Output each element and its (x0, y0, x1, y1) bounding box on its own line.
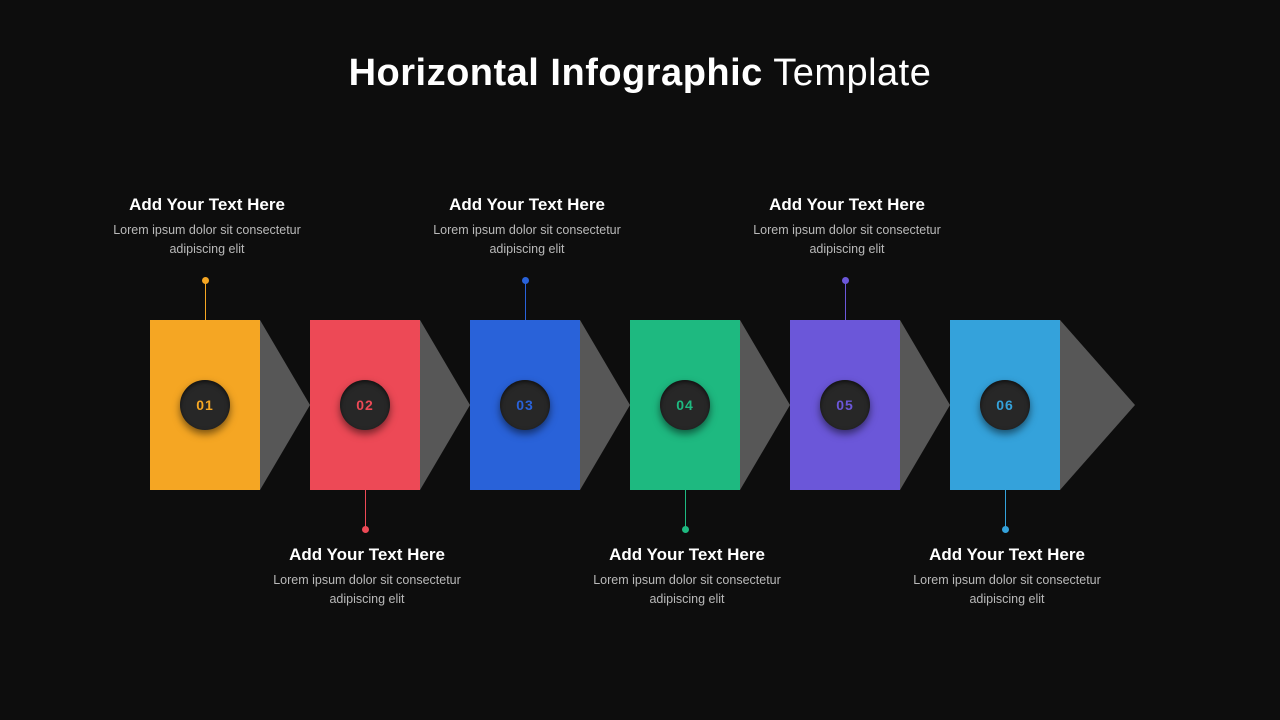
caption-heading: Add Your Text Here (582, 545, 792, 565)
step-03: 03Add Your Text HereLorem ipsum dolor si… (470, 320, 630, 490)
step-card: 05 (790, 320, 900, 490)
step-card: 02 (310, 320, 420, 490)
step-caption: Add Your Text Here Lorem ipsum dolor sit … (262, 545, 472, 609)
step-caption: Add Your Text Here Lorem ipsum dolor sit … (102, 195, 312, 259)
caption-heading: Add Your Text Here (262, 545, 472, 565)
step-number-badge: 05 (820, 380, 870, 430)
step-number-badge: 02 (340, 380, 390, 430)
connector-dot-icon (522, 277, 529, 284)
step-caption: Add Your Text Here Lorem ipsum dolor sit … (582, 545, 792, 609)
page-title: Horizontal Infographic Template (0, 52, 1280, 95)
caption-body: Lorem ipsum dolor sit consectetur adipis… (262, 571, 472, 609)
caption-heading: Add Your Text Here (102, 195, 312, 215)
step-05: 05Add Your Text HereLorem ipsum dolor si… (790, 320, 950, 490)
connector-line (205, 280, 206, 320)
step-number-badge: 03 (500, 380, 550, 430)
step-caption: Add Your Text Here Lorem ipsum dolor sit … (902, 545, 1112, 609)
step-caption: Add Your Text Here Lorem ipsum dolor sit … (742, 195, 952, 259)
step-caption: Add Your Text Here Lorem ipsum dolor sit … (422, 195, 632, 259)
caption-body: Lorem ipsum dolor sit consectetur adipis… (902, 571, 1112, 609)
step-04: 04Add Your Text HereLorem ipsum dolor si… (630, 320, 790, 490)
step-06: 06Add Your Text HereLorem ipsum dolor si… (950, 320, 1110, 490)
chevron-fold-icon (420, 320, 470, 490)
step-02: 02Add Your Text HereLorem ipsum dolor si… (310, 320, 470, 490)
caption-heading: Add Your Text Here (742, 195, 952, 215)
connector-dot-icon (682, 526, 689, 533)
step-01: 01Add Your Text HereLorem ipsum dolor si… (150, 320, 310, 490)
chevron-fold-icon (900, 320, 950, 490)
connector-line (365, 490, 366, 530)
connector-line (1005, 490, 1006, 530)
connector-dot-icon (1002, 526, 1009, 533)
step-card: 01 (150, 320, 260, 490)
title-bold: Horizontal Infographic (349, 52, 763, 94)
title-light: Template (773, 52, 931, 94)
connector-line (685, 490, 686, 530)
chevron-fold-icon (1060, 320, 1110, 490)
caption-body: Lorem ipsum dolor sit consectetur adipis… (422, 221, 632, 259)
chevron-fold-icon (580, 320, 630, 490)
step-number-badge: 04 (660, 380, 710, 430)
connector-dot-icon (362, 526, 369, 533)
chevron-fold-icon (260, 320, 310, 490)
connector-dot-icon (842, 277, 849, 284)
connector-dot-icon (202, 277, 209, 284)
chevron-fold-icon (740, 320, 790, 490)
infographic-row: 01Add Your Text HereLorem ipsum dolor si… (150, 320, 1150, 490)
caption-body: Lorem ipsum dolor sit consectetur adipis… (102, 221, 312, 259)
caption-heading: Add Your Text Here (902, 545, 1112, 565)
connector-line (525, 280, 526, 320)
step-card: 03 (470, 320, 580, 490)
caption-body: Lorem ipsum dolor sit consectetur adipis… (582, 571, 792, 609)
step-card: 06 (950, 320, 1060, 490)
caption-heading: Add Your Text Here (422, 195, 632, 215)
step-card: 04 (630, 320, 740, 490)
caption-body: Lorem ipsum dolor sit consectetur adipis… (742, 221, 952, 259)
step-number-badge: 06 (980, 380, 1030, 430)
step-number-badge: 01 (180, 380, 230, 430)
connector-line (845, 280, 846, 320)
